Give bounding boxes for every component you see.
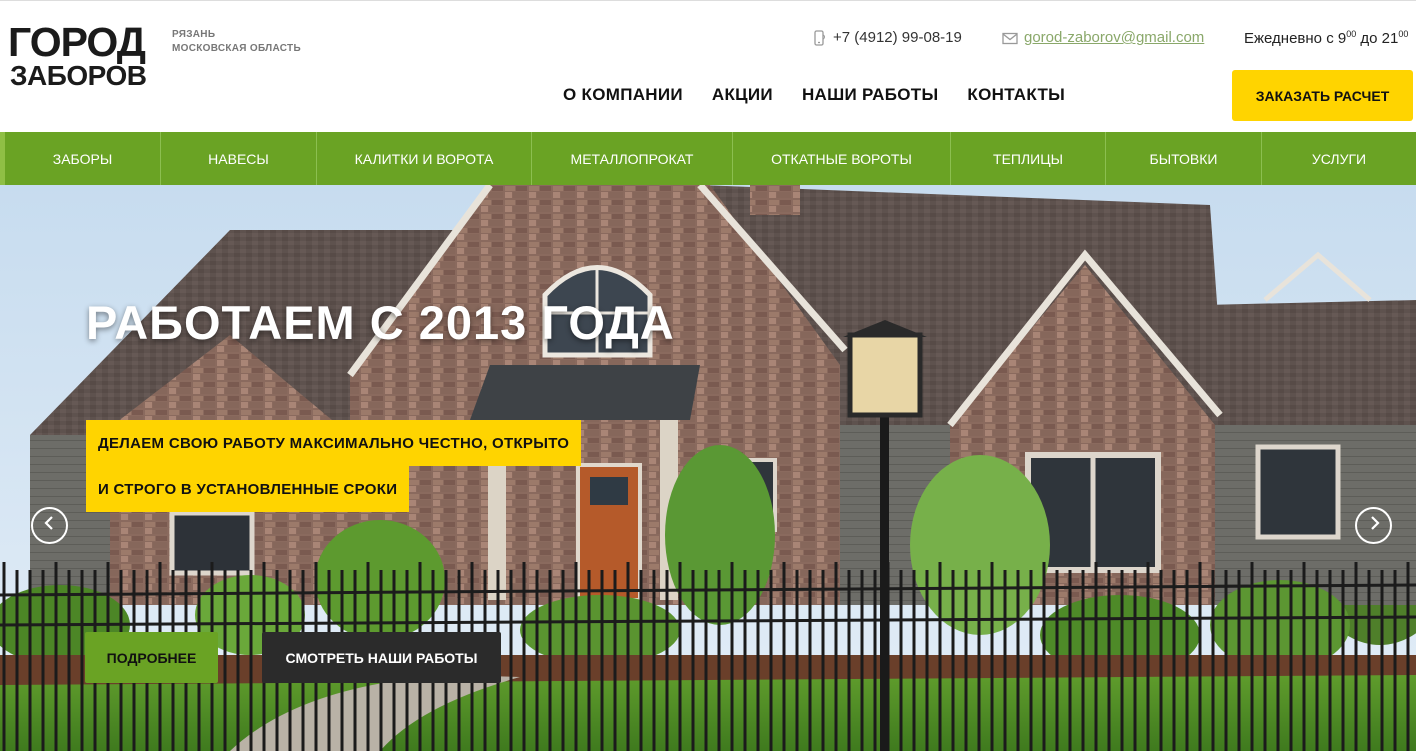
category-sliding-gates[interactable]: ОТКАТНЫЕ ВОРОТЫ	[733, 132, 951, 185]
slider-next-button[interactable]	[1355, 507, 1392, 544]
slider-prev-button[interactable]	[31, 507, 68, 544]
chevron-left-icon	[42, 515, 58, 536]
hours-mid: до 21	[1356, 30, 1399, 47]
hours-from-minutes: 00	[1346, 29, 1357, 39]
category-fences[interactable]: ЗАБОРЫ	[5, 132, 161, 185]
category-gates[interactable]: КАЛИТКИ И ВОРОТА	[317, 132, 532, 185]
region-info: РЯЗАНЬ МОСКОВСКАЯ ОБЛАСТЬ	[172, 28, 301, 56]
hero-title: РАБОТАЕМ С 2013 ГОДА	[86, 296, 675, 349]
hours-prefix: Ежедневно с 9	[1244, 30, 1347, 47]
logo[interactable]: ГОРОД ЗАБОРОВ	[8, 19, 168, 91]
order-calculation-button[interactable]: ЗАКАЗАТЬ РАСЧЕТ	[1232, 70, 1413, 121]
view-works-button[interactable]: СМОТРЕТЬ НАШИ РАБОТЫ	[262, 632, 501, 683]
category-cabins[interactable]: БЫТОВКИ	[1106, 132, 1262, 185]
category-metal[interactable]: МЕТАЛЛОПРОКАТ	[532, 132, 733, 185]
hero-slider: РАБОТАЕМ С 2013 ГОДА ДЕЛАЕМ СВОЮ РАБОТУ …	[0, 185, 1416, 751]
region-city: РЯЗАНЬ	[172, 29, 216, 40]
phone-number[interactable]: +7 (4912) 99-08-19	[833, 29, 962, 46]
more-button[interactable]: ПОДРОБНЕЕ	[85, 632, 218, 683]
work-hours: Ежедневно с 900 до 2100	[1244, 29, 1408, 47]
hours-to-minutes: 00	[1398, 29, 1409, 39]
category-services[interactable]: УСЛУГИ	[1262, 132, 1416, 185]
nav-about[interactable]: О КОМПАНИИ	[563, 85, 683, 105]
hero-subtitle-line2: И СТРОГО В УСТАНОВЛЕННЫЕ СРОКИ	[86, 466, 410, 512]
email-contact[interactable]: gorod-zaborov@gmail.com	[1002, 29, 1204, 46]
nav-promotions[interactable]: АКЦИИ	[712, 85, 773, 105]
nav-contacts[interactable]: КОНТАКТЫ	[967, 85, 1065, 105]
chevron-right-icon	[1366, 515, 1382, 536]
category-greenhouses[interactable]: ТЕПЛИЦЫ	[951, 132, 1106, 185]
nav-our-works[interactable]: НАШИ РАБОТЫ	[802, 85, 938, 105]
logo-line1: ГОРОД	[8, 19, 146, 65]
region-area: МОСКОВСКАЯ ОБЛАСТЬ	[172, 43, 301, 54]
email-link[interactable]: gorod-zaborov@gmail.com	[1024, 29, 1204, 46]
logo-line2: ЗАБОРОВ	[10, 60, 147, 91]
envelope-icon	[1002, 30, 1018, 46]
hero-subtitle-line1: ДЕЛАЕМ СВОЮ РАБОТУ МАКСИМАЛЬНО ЧЕСТНО, О…	[86, 420, 582, 466]
phone-contact[interactable]: +7 (4912) 99-08-19	[811, 29, 962, 46]
category-canopies[interactable]: НАВЕСЫ	[161, 132, 317, 185]
category-nav: ЗАБОРЫ НАВЕСЫ КАЛИТКИ И ВОРОТА МЕТАЛЛОПР…	[0, 132, 1416, 185]
phone-icon	[811, 29, 827, 46]
site-header: ГОРОД ЗАБОРОВ РЯЗАНЬ МОСКОВСКАЯ ОБЛАСТЬ …	[0, 0, 1416, 132]
main-nav: О КОМПАНИИ АКЦИИ НАШИ РАБОТЫ КОНТАКТЫ	[563, 85, 1065, 105]
